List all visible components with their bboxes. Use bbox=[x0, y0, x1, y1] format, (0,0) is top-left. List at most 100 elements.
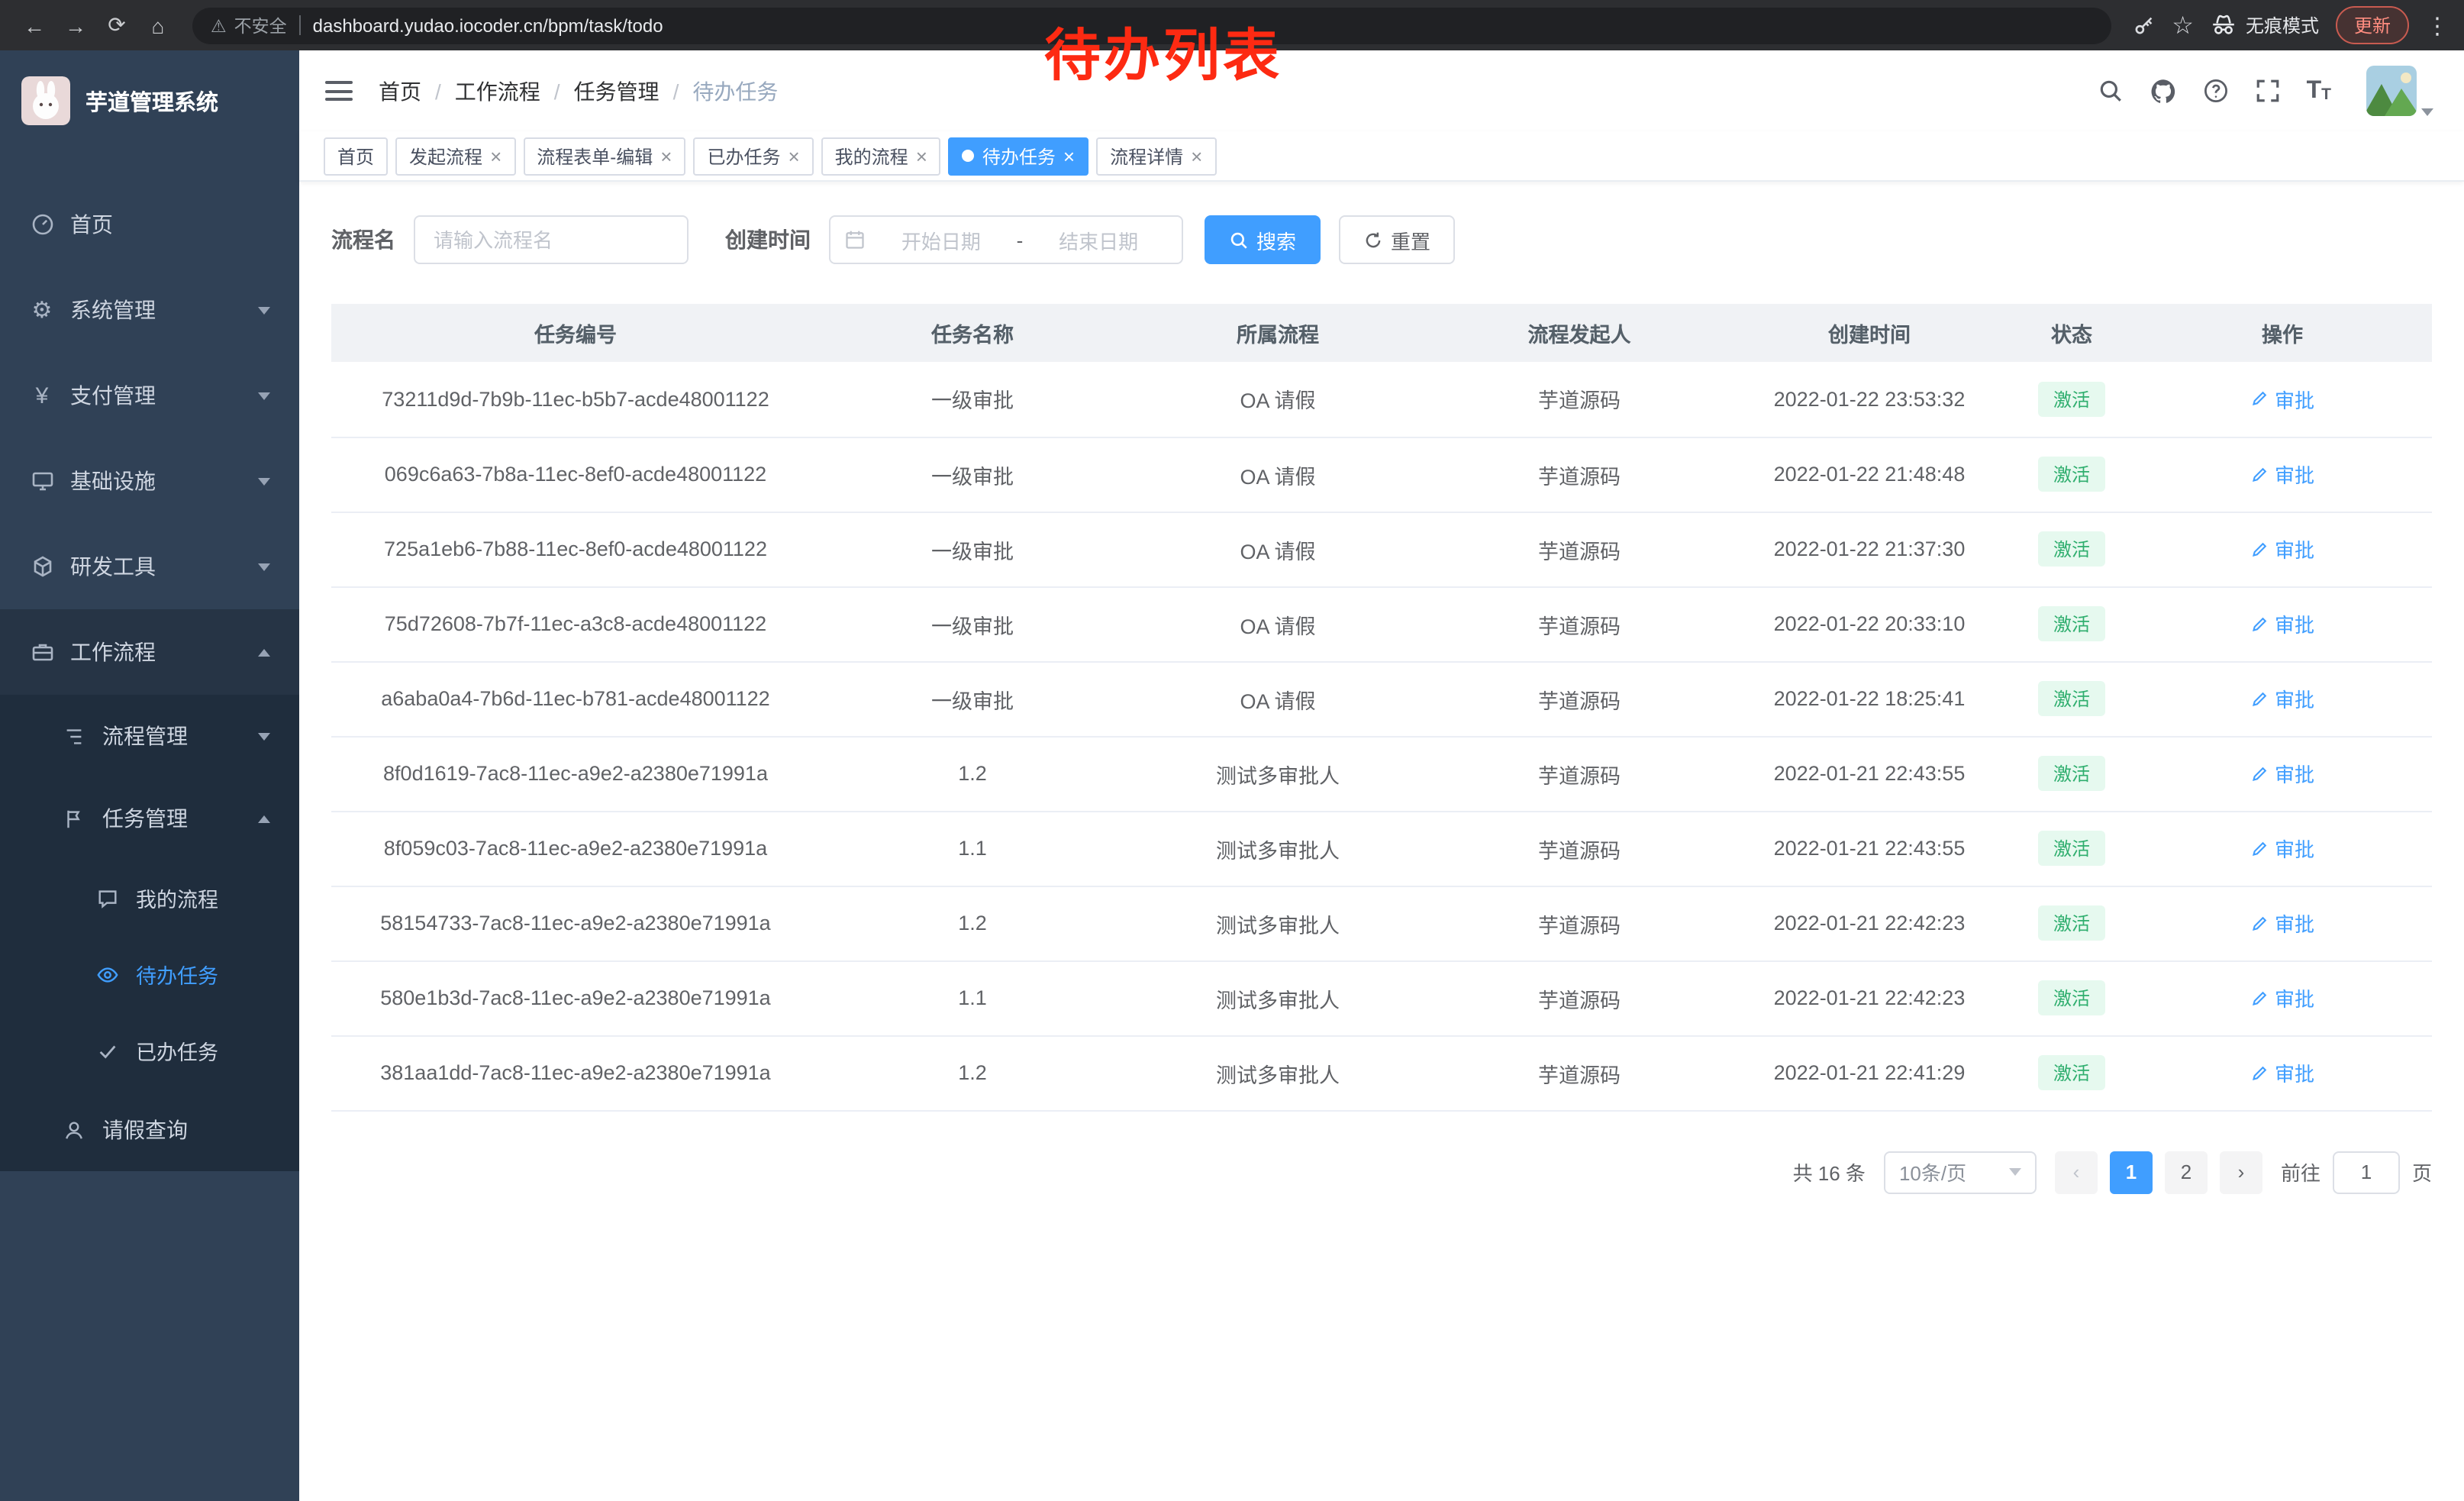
breadcrumb-home[interactable]: 首页 bbox=[379, 76, 421, 106]
approve-link[interactable]: 审批 bbox=[2250, 1058, 2314, 1087]
help-icon[interactable] bbox=[2203, 78, 2229, 104]
approve-link[interactable]: 审批 bbox=[2250, 609, 2314, 638]
browser-menu-icon[interactable]: ⋮ bbox=[2426, 11, 2449, 39]
active-dot bbox=[963, 150, 975, 162]
page-button-2[interactable]: 2 bbox=[2165, 1151, 2208, 1193]
security-indicator[interactable]: ⚠ 不安全 bbox=[211, 13, 287, 37]
chevron-down-icon bbox=[2009, 1168, 2021, 1176]
sidebar-item-system[interactable]: ⚙ 系统管理 bbox=[0, 267, 299, 353]
page-size-select[interactable]: 10条/页 bbox=[1884, 1151, 2037, 1193]
browser-home-button[interactable]: ⌂ bbox=[139, 6, 177, 44]
fullscreen-icon[interactable] bbox=[2255, 78, 2281, 104]
tab-my-process[interactable]: 我的流程 × bbox=[821, 137, 941, 175]
app-logo[interactable]: 芋道管理系统 bbox=[0, 50, 299, 151]
tab-process-detail[interactable]: 流程详情 × bbox=[1096, 137, 1216, 175]
status-badge: 激活 bbox=[2038, 382, 2105, 417]
cell-task-name: 1.2 bbox=[820, 886, 1125, 960]
cell-task-name: 一级审批 bbox=[820, 362, 1125, 437]
sidebar-item-devtools[interactable]: 研发工具 bbox=[0, 524, 299, 609]
approve-link[interactable]: 审批 bbox=[2250, 834, 2314, 863]
approve-link[interactable]: 审批 bbox=[2250, 684, 2314, 713]
sidebar-item-label: 流程管理 bbox=[102, 721, 188, 751]
process-name-label: 流程名 bbox=[331, 224, 395, 255]
cell-flow: 测试多审批人 bbox=[1125, 960, 1430, 1035]
col-flow: 所属流程 bbox=[1125, 304, 1430, 362]
close-icon[interactable]: × bbox=[916, 146, 927, 166]
cell-create-time: 2022-01-21 22:43:55 bbox=[1728, 811, 2011, 886]
sidebar-item-todo-tasks[interactable]: 待办任务 bbox=[0, 936, 299, 1012]
close-icon[interactable]: × bbox=[660, 146, 672, 166]
sidebar-item-process-mgmt[interactable]: 流程管理 bbox=[0, 695, 299, 777]
table-row: 75d72608-7b7f-11ec-a3c8-acde48001122 一级审… bbox=[331, 586, 2432, 661]
chevron-down-icon bbox=[258, 563, 270, 570]
col-create-time: 创建时间 bbox=[1728, 304, 2011, 362]
cell-task-name: 一级审批 bbox=[820, 586, 1125, 661]
browser-forward-button[interactable]: → bbox=[56, 6, 95, 44]
main-panel: 首页 / 工作流程 / 任务管理 / 待办任务 bbox=[299, 50, 2464, 1501]
tab-start-process[interactable]: 发起流程 × bbox=[395, 137, 515, 175]
cell-task-id: 73211d9d-7b9b-11ec-b5b7-acde48001122 bbox=[331, 362, 820, 437]
goto-page-input[interactable] bbox=[2333, 1151, 2400, 1193]
github-icon[interactable] bbox=[2150, 77, 2177, 105]
sidebar-item-done-tasks[interactable]: 已办任务 bbox=[0, 1012, 299, 1089]
list-tree-icon bbox=[61, 725, 87, 747]
prev-page-button[interactable]: ‹ bbox=[2055, 1151, 2098, 1193]
sidebar-item-infrastructure[interactable]: 基础设施 bbox=[0, 438, 299, 524]
page-button-1[interactable]: 1 bbox=[2110, 1151, 2153, 1193]
close-icon[interactable]: × bbox=[1191, 146, 1202, 166]
sidebar-item-payment[interactable]: ¥ 支付管理 bbox=[0, 353, 299, 438]
search-icon[interactable] bbox=[2098, 78, 2124, 104]
tab-home[interactable]: 首页 bbox=[324, 137, 388, 175]
breadcrumb: 首页 / 工作流程 / 任务管理 / 待办任务 bbox=[379, 76, 778, 106]
status-badge: 激活 bbox=[2038, 531, 2105, 567]
col-starter: 流程发起人 bbox=[1430, 304, 1728, 362]
tab-todo-tasks[interactable]: 待办任务 × bbox=[949, 137, 1088, 175]
close-icon[interactable]: × bbox=[788, 146, 799, 166]
goto-label: 前往 bbox=[2281, 1157, 2320, 1186]
tab-form-edit[interactable]: 流程表单-编辑 × bbox=[523, 137, 685, 175]
browser-reload-button[interactable]: ⟳ bbox=[98, 6, 136, 44]
address-bar[interactable]: ⚠ 不安全 dashboard.yudao.iocoder.cn/bpm/tas… bbox=[192, 7, 2111, 44]
sidebar-item-workflow[interactable]: 工作流程 bbox=[0, 609, 299, 695]
approve-link[interactable]: 审批 bbox=[2250, 759, 2314, 788]
browser-update-button[interactable]: 更新 bbox=[2336, 6, 2409, 44]
table-body: 73211d9d-7b9b-11ec-b5b7-acde48001122 一级审… bbox=[331, 362, 2432, 1110]
breadcrumb-separator: / bbox=[673, 79, 679, 103]
process-name-input[interactable] bbox=[414, 215, 689, 264]
sidebar-item-leave-query[interactable]: 请假查询 bbox=[0, 1089, 299, 1171]
browser-back-button[interactable]: ← bbox=[15, 6, 53, 44]
sidebar-toggle-icon[interactable] bbox=[325, 81, 353, 101]
reset-button[interactable]: 重置 bbox=[1339, 215, 1455, 264]
avatar[interactable] bbox=[2366, 66, 2417, 116]
sidebar-item-home[interactable]: 首页 bbox=[0, 182, 299, 267]
font-size-icon[interactable]: TT bbox=[2307, 79, 2331, 103]
approve-link[interactable]: 审批 bbox=[2250, 385, 2314, 414]
breadcrumb-task-mgmt[interactable]: 任务管理 bbox=[574, 76, 660, 106]
approve-link[interactable]: 审批 bbox=[2250, 909, 2314, 938]
sidebar: 芋道管理系统 首页 ⚙ 系统管理 ¥ bbox=[0, 50, 299, 1501]
close-icon[interactable]: × bbox=[1063, 146, 1075, 166]
close-icon[interactable]: × bbox=[490, 146, 502, 166]
search-button[interactable]: 搜索 bbox=[1205, 215, 1321, 264]
bookmark-star-icon[interactable]: ☆ bbox=[2172, 10, 2194, 40]
breadcrumb-workflow[interactable]: 工作流程 bbox=[455, 76, 540, 106]
status-badge: 激活 bbox=[2038, 457, 2105, 492]
approve-link[interactable]: 审批 bbox=[2250, 983, 2314, 1012]
avatar-dropdown-icon[interactable] bbox=[2421, 108, 2433, 116]
breadcrumb-separator: / bbox=[435, 79, 441, 103]
approve-link[interactable]: 审批 bbox=[2250, 460, 2314, 489]
sidebar-item-my-process[interactable]: 我的流程 bbox=[0, 860, 299, 936]
sidebar-item-label: 请假查询 bbox=[102, 1115, 188, 1145]
breadcrumb-current: 待办任务 bbox=[692, 76, 778, 106]
approve-link[interactable]: 审批 bbox=[2250, 534, 2314, 563]
cell-starter: 芋道源码 bbox=[1430, 362, 1728, 437]
next-page-button[interactable]: › bbox=[2220, 1151, 2262, 1193]
key-icon[interactable] bbox=[2132, 14, 2155, 37]
date-range-picker[interactable]: 开始日期 - 结束日期 bbox=[829, 215, 1183, 264]
calendar-icon bbox=[844, 229, 866, 250]
cell-status: 激活 bbox=[2011, 437, 2133, 512]
tab-done-tasks[interactable]: 已办任务 × bbox=[693, 137, 813, 175]
sidebar-item-task-mgmt[interactable]: 任务管理 bbox=[0, 777, 299, 860]
user-icon bbox=[61, 1118, 87, 1141]
sidebar-item-label: 我的流程 bbox=[136, 883, 218, 913]
